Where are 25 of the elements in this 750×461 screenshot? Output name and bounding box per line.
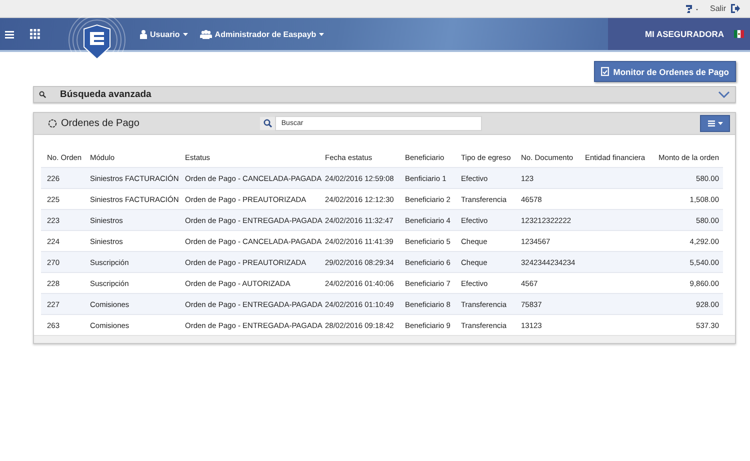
menu-icon[interactable] <box>5 30 14 38</box>
caret-icon <box>319 32 324 36</box>
chevron-down-icon <box>718 91 730 98</box>
company-name: MI ASEGURADORA <box>644 29 724 39</box>
caret-icon <box>182 32 188 36</box>
search-icon <box>39 91 46 98</box>
user-menu[interactable]: Usuario <box>140 30 188 38</box>
flag-icon <box>734 30 744 38</box>
panel-title: Ordenes de Pago <box>61 118 140 130</box>
spinner-icon <box>48 119 57 128</box>
caret-icon <box>718 122 722 126</box>
columns-menu-button[interactable] <box>700 115 730 132</box>
advanced-search-bar[interactable]: Búsqueda avanzada <box>33 86 736 103</box>
logout-icon <box>731 4 740 13</box>
search-icon <box>260 117 276 130</box>
logout-button[interactable]: Salir <box>710 4 740 13</box>
help-button[interactable] <box>684 4 700 14</box>
clipboard-icon <box>601 67 610 76</box>
role-menu[interactable]: Administrador de Easpayb <box>200 30 324 38</box>
user-icon <box>140 30 147 38</box>
advanced-search-title: Búsqueda avanzada <box>60 89 152 100</box>
list-icon <box>708 120 714 128</box>
users-icon <box>200 30 212 38</box>
apps-grid-icon[interactable] <box>30 29 40 39</box>
monitor-button[interactable]: Monitor de Ordenes de Pago <box>594 61 736 82</box>
